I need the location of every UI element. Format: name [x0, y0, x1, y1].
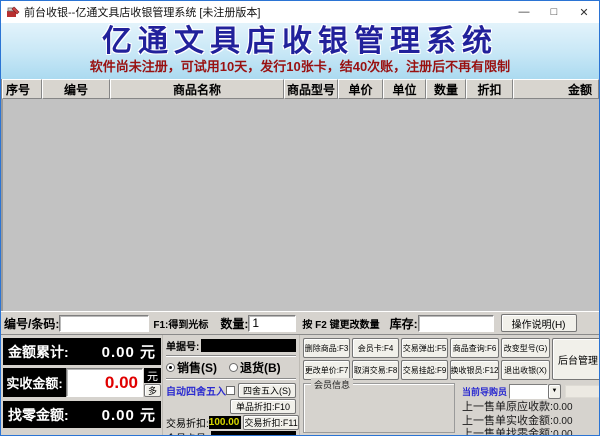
member-info-group: 会员信息: [303, 378, 455, 433]
change-display: 找零金额: 0.00 元: [3, 401, 161, 428]
items-grid-header: 序号 编号 商品名称 商品型号 单价 单位 数量 折扣 金额: [1, 79, 599, 99]
sum-value: 0.00: [101, 344, 135, 361]
round-button[interactable]: 四舍五入(S): [238, 382, 296, 398]
close-icon[interactable]: ✕: [569, 2, 599, 23]
divider: [166, 355, 296, 357]
last-sale-info: 上一售单原应收款: 0.00 上一售单实收金额: 0.00 上一售单找零金额: 0.0…: [462, 401, 599, 436]
sale-radio-label[interactable]: 销售(S): [177, 359, 217, 376]
change-value: 0.00: [101, 407, 135, 424]
auto-round-checkbox[interactable]: [226, 385, 235, 395]
last-change-label: 上一售单找零金额:: [462, 428, 554, 436]
auto-round-label: 自动四舍五入: [166, 386, 226, 398]
code-input[interactable]: [59, 314, 150, 332]
divider: [166, 378, 296, 380]
maximize-icon[interactable]: □: [539, 2, 569, 23]
return-radio-label[interactable]: 退货(B): [240, 359, 281, 376]
col-unit: 单位: [383, 79, 426, 99]
code-label: 编号/条码:: [4, 316, 60, 331]
sum-label: 金额累计:: [8, 343, 69, 360]
last-received-label: 上一售单实收金额:: [462, 414, 554, 427]
title-bar: 前台收银--亿通文具店收银管理系统 [未注册版本] — □ ✕: [1, 1, 599, 23]
last-change-value: 0.00: [553, 429, 573, 436]
received-input[interactable]: 0.00: [66, 368, 143, 397]
qty-label: 数量:: [220, 316, 249, 331]
guide-select-value[interactable]: [509, 383, 549, 399]
trade-discount-row: 交易折扣: 100.00 交易折扣:F11: [166, 414, 299, 430]
change-price-button[interactable]: 更改单价:F7: [303, 360, 350, 380]
backoffice-button[interactable]: 后台管理: [552, 338, 599, 380]
qty-input[interactable]: 1: [248, 314, 297, 332]
trade-discount-label: 交易折扣:: [166, 418, 209, 430]
sum-unit: 元: [139, 344, 156, 361]
help-button[interactable]: 操作说明(H): [500, 314, 577, 332]
col-code: 编号: [42, 79, 110, 99]
banner: 亿通文具店收银管理系统 软件尚未注册，可试用10天，发行10张卡，结40次账，注…: [1, 23, 599, 79]
received-label: 实收金额:: [3, 368, 66, 397]
page-title: 亿通文具店收银管理系统: [102, 25, 498, 58]
item-discount-button[interactable]: 单品折扣:F10: [230, 398, 296, 414]
auto-round-row: 自动四舍五入 四舍五入(S): [166, 382, 296, 398]
entry-bar: 编号/条码: F1:得到光标 数量: 1 按 F2 键更改数量 库存: 操作说明…: [1, 311, 599, 334]
sum-display: 金额累计: 0.00 元: [3, 338, 161, 365]
col-index: 序号: [2, 79, 42, 99]
last-due-value: 0.00: [553, 402, 573, 413]
stock-field: [417, 314, 494, 332]
trade-mode-row: 销售(S) 退货(B): [166, 359, 296, 376]
bottom-panel: 金额累计: 0.00 元 实收金额: 0.00 元 多 找零金额: 0.00 元…: [1, 334, 599, 435]
col-amount: 金额: [513, 79, 599, 99]
f1-hint: F1:得到光标: [153, 319, 209, 331]
trade-discount-button[interactable]: 交易折扣:F11: [243, 414, 299, 430]
trade-column: 单据号: 销售(S) 退货(B) 自动四舍五入 四舍五入(S) 单品折扣:F10…: [162, 335, 299, 435]
change-model-button[interactable]: 改变型号(G): [501, 338, 550, 358]
more-payment-button[interactable]: 多: [144, 384, 161, 397]
last-due-label: 上一售单原应收款:: [462, 401, 554, 413]
drawer-popup-button[interactable]: 交易弹出:F5: [401, 338, 448, 358]
stock-label: 库存:: [389, 316, 418, 331]
registration-notice: 软件尚未注册，可试用10天，发行10张卡，结40次账，注册后不再有限制: [89, 59, 511, 74]
items-grid: [1, 99, 599, 311]
window-title: 前台收银--亿通文具店收银管理系统 [未注册版本]: [24, 7, 261, 19]
change-label: 找零金额:: [8, 406, 69, 423]
functions-column: 删除商品:F3 会员卡:F4 交易弹出:F5 商品查询:F6 改变型号(G) 后…: [299, 335, 599, 436]
app-icon: [7, 6, 20, 17]
col-model: 商品型号: [284, 79, 338, 99]
app-window: 前台收银--亿通文具店收银管理系统 [未注册版本] — □ ✕ 亿通文具店收银管…: [0, 0, 600, 436]
received-unit: 元: [144, 368, 161, 383]
member-info-legend: 会员信息: [311, 378, 354, 391]
col-name: 商品名称: [110, 79, 284, 99]
guide-strip: [565, 384, 599, 398]
col-price: 单价: [338, 79, 383, 99]
cancel-trade-button[interactable]: 取消交易:F8: [352, 360, 399, 380]
hold-trade-button[interactable]: 交易挂起:F9: [401, 360, 448, 380]
return-radio[interactable]: [229, 363, 238, 372]
item-query-button[interactable]: 商品查询:F6: [450, 338, 499, 358]
member-card-input[interactable]: [210, 431, 296, 435]
col-qty: 数量: [426, 79, 466, 99]
receipt-field: [201, 339, 296, 352]
sale-radio[interactable]: [166, 363, 175, 372]
switch-cashier-button[interactable]: 换收银员:F12: [450, 360, 499, 380]
guide-row: 当前导购员 ▼: [462, 383, 599, 399]
exit-cashier-button[interactable]: 退出收银(X): [501, 360, 550, 380]
member-card-button[interactable]: 会员卡:F4: [352, 338, 399, 358]
receipt-label: 单据号:: [166, 342, 200, 353]
chevron-down-icon[interactable]: ▼: [548, 383, 562, 399]
receipt-row: 单据号:: [166, 338, 296, 353]
delete-item-button[interactable]: 删除商品:F3: [303, 338, 350, 358]
minimize-icon[interactable]: —: [509, 2, 539, 23]
received-row: 实收金额: 0.00 元 多: [3, 368, 161, 397]
change-unit: 元: [139, 407, 156, 424]
trade-discount-value[interactable]: 100.00: [208, 415, 242, 429]
member-card-label: 会员卡号:: [166, 430, 209, 435]
last-received-value: 0.00: [553, 415, 573, 427]
totals-column: 金额累计: 0.00 元 实收金额: 0.00 元 多 找零金额: 0.00 元: [1, 335, 162, 435]
guide-label: 当前导购员: [462, 386, 508, 397]
f2-hint: 按 F2 键更改数量: [302, 319, 380, 331]
col-discount: 折扣: [466, 79, 513, 99]
function-button-grid: 删除商品:F3 会员卡:F4 交易弹出:F5 商品查询:F6 改变型号(G) 后…: [303, 338, 599, 380]
member-card-row: 会员卡号:: [166, 430, 296, 435]
guide-select[interactable]: ▼: [509, 383, 562, 399]
